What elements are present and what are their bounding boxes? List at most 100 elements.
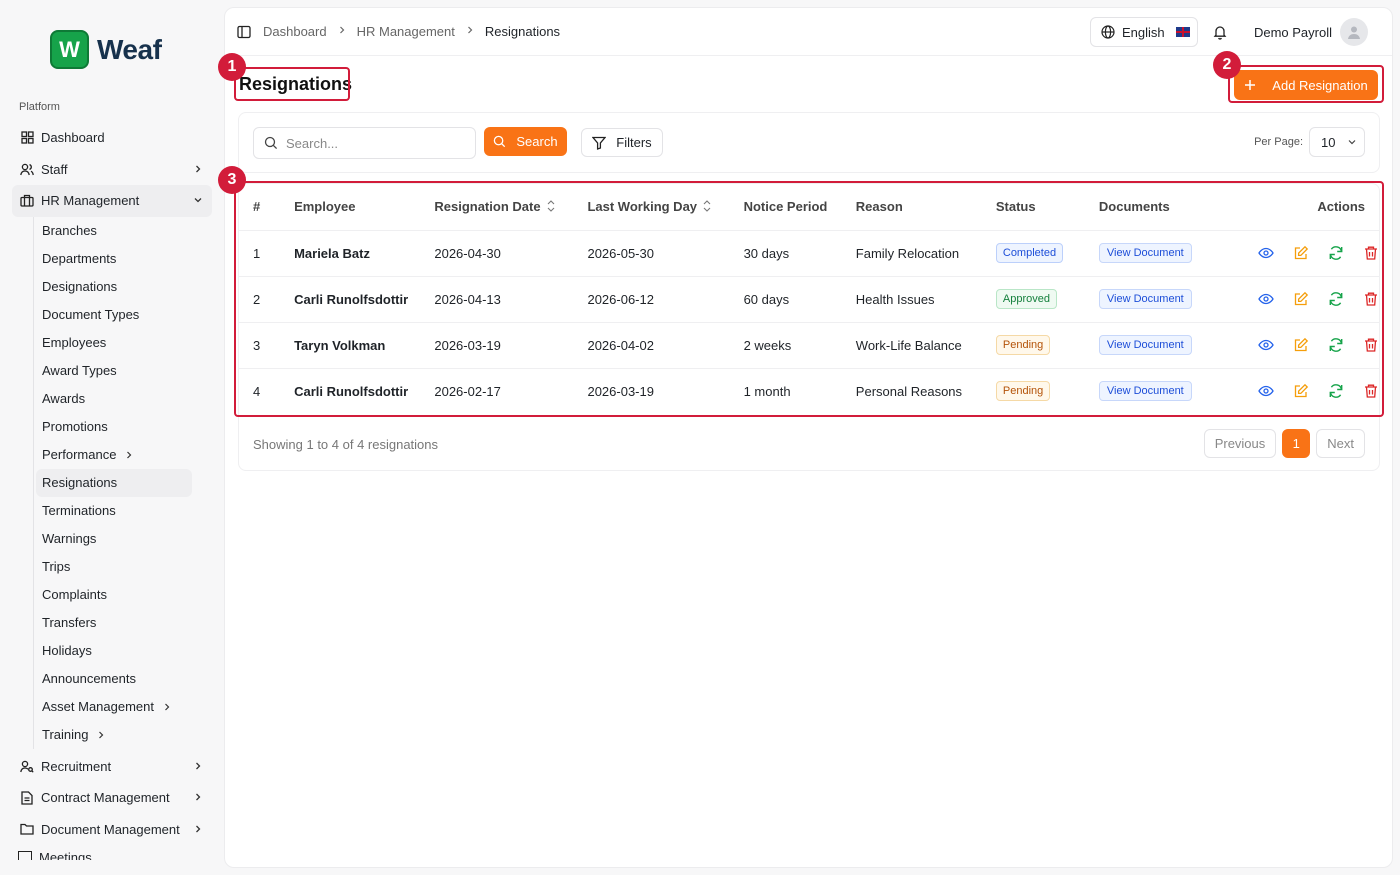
search-input[interactable]: [286, 135, 456, 151]
view-document-button[interactable]: View Document: [1098, 381, 1192, 402]
search-icon: [264, 136, 278, 150]
sidebar-item-hr-management[interactable]: HR Management: [12, 185, 212, 217]
trash-icon[interactable]: [1363, 291, 1379, 307]
sidebar-item-branches[interactable]: Branches: [36, 217, 192, 245]
view-document-button[interactable]: View Document: [1098, 243, 1192, 263]
sidebar-item-label: Complaints: [42, 587, 108, 602]
breadcrumb-current: Resignations: [484, 24, 561, 39]
refresh-icon[interactable]: [1328, 383, 1344, 399]
cell-documents: View Document: [1098, 276, 1228, 323]
sidebar-item-label: Transfers: [42, 615, 97, 630]
sidebar-item-awards[interactable]: Awards: [36, 385, 192, 413]
cell-employee: Mariela Batz: [294, 230, 435, 277]
sidebar-item-warnings[interactable]: Warnings: [36, 525, 192, 553]
sidebar-item-promotions[interactable]: Promotions: [36, 413, 192, 441]
sidebar-item-asset-management[interactable]: Asset Management: [36, 693, 192, 721]
filters-button[interactable]: Filters: [581, 128, 663, 157]
sidebar-item-trips[interactable]: Trips: [36, 553, 192, 581]
sidebar-item-training[interactable]: Training: [36, 721, 192, 749]
eye-icon[interactable]: [1258, 383, 1274, 399]
column-header-resignation-date[interactable]: Resignation Date: [434, 184, 588, 231]
sidebar-item-meetings[interactable]: Meetings: [18, 850, 92, 860]
next-page-button[interactable]: Next: [1316, 429, 1365, 458]
edit-icon[interactable]: [1293, 383, 1309, 399]
sidebar-item-holidays[interactable]: Holidays: [36, 637, 192, 665]
sidebar-item-resignations[interactable]: Resignations: [36, 468, 192, 497]
sidebar-item-terminations[interactable]: Terminations: [36, 497, 192, 525]
cell-status: Completed: [995, 230, 1099, 277]
search-button[interactable]: Search: [484, 127, 567, 156]
bell-icon[interactable]: [1212, 24, 1228, 40]
column-header-label: Last Working Day: [587, 198, 698, 214]
eye-icon[interactable]: [1258, 291, 1274, 307]
trash-icon[interactable]: [1363, 383, 1379, 399]
uk-flag-icon: [1175, 27, 1190, 37]
edit-icon[interactable]: [1293, 337, 1309, 353]
main-panel: Dashboard HR Management Resignations Eng…: [224, 7, 1393, 868]
hr-submenu: Branches Departments Designations Docume…: [33, 216, 212, 749]
sidebar-item-departments[interactable]: Departments: [36, 245, 192, 273]
sidebar-item-complaints[interactable]: Complaints: [36, 581, 192, 609]
sidebar-item-employees[interactable]: Employees: [36, 329, 192, 357]
edit-icon[interactable]: [1293, 291, 1309, 307]
edit-icon[interactable]: [1293, 245, 1309, 261]
sidebar-item-announcements[interactable]: Announcements: [36, 665, 192, 693]
sidebar-item-label: Training: [42, 727, 89, 742]
sidebar-item-award-types[interactable]: Award Types: [36, 357, 192, 385]
cell-resignation-date: 2026-03-19: [434, 322, 588, 369]
add-resignation-button[interactable]: Add Resignation: [1234, 70, 1378, 100]
annotation-marker-3: 3: [218, 166, 246, 194]
column-header-last-working-day[interactable]: Last Working Day: [587, 184, 744, 231]
sidebar-item-contract-management[interactable]: Contract Management: [12, 782, 212, 814]
sidebar-item-dashboard[interactable]: Dashboard: [12, 122, 212, 154]
refresh-icon[interactable]: [1328, 291, 1344, 307]
filter-icon: [592, 136, 607, 150]
filters-button-label: Filters: [616, 135, 652, 150]
sidebar-item-performance[interactable]: Performance: [36, 441, 192, 469]
column-header-status: Status: [995, 184, 1099, 231]
cell-reason: Health Issues: [855, 276, 996, 323]
sidebar-toggle-icon[interactable]: [237, 25, 251, 39]
sidebar-item-staff[interactable]: Staff: [12, 154, 212, 186]
user-menu[interactable]: Demo Payroll: [1254, 18, 1368, 46]
sidebar-item-recruitment[interactable]: Recruitment: [12, 751, 212, 783]
language-selector[interactable]: English: [1090, 17, 1198, 47]
per-page-select[interactable]: 10: [1309, 127, 1365, 157]
annotation-marker-1: 1: [218, 53, 246, 81]
sidebar-item-designations[interactable]: Designations: [36, 273, 192, 301]
chevron-right-icon: [192, 823, 204, 835]
refresh-icon[interactable]: [1328, 337, 1344, 353]
sidebar-item-transfers[interactable]: Transfers: [36, 609, 192, 637]
page-title: Resignations: [239, 74, 353, 94]
view-document-button[interactable]: View Document: [1098, 289, 1192, 309]
refresh-icon[interactable]: [1328, 245, 1344, 261]
trash-icon[interactable]: [1363, 337, 1379, 353]
sidebar-item-label: Document Types: [42, 307, 140, 322]
breadcrumb-hr-management[interactable]: HR Management: [357, 24, 455, 39]
eye-icon[interactable]: [1258, 245, 1274, 261]
sidebar-item-label: Branches: [42, 223, 97, 238]
breadcrumb-dashboard[interactable]: Dashboard: [263, 24, 327, 39]
previous-page-button[interactable]: Previous: [1203, 429, 1277, 458]
cell-actions: [1228, 276, 1379, 323]
cell-actions: [1228, 322, 1379, 369]
sidebar-item-document-management[interactable]: Document Management: [12, 814, 212, 846]
view-document-button[interactable]: View Document: [1098, 335, 1192, 355]
cell-last-working-day: 2026-05-30: [587, 230, 744, 277]
trash-icon[interactable]: [1363, 245, 1379, 261]
eye-icon[interactable]: [1258, 337, 1274, 353]
calendar-icon: [18, 851, 32, 860]
cell-notice-period: 2 weeks: [743, 322, 856, 369]
logo[interactable]: W Weaf: [50, 30, 162, 69]
sidebar-item-label: Recruitment: [41, 758, 112, 774]
pagination-summary: Showing 1 to 4 of 4 resignations: [253, 437, 439, 452]
sidebar-item-label: Departments: [42, 251, 117, 266]
search-field[interactable]: [253, 127, 476, 159]
page-button-current[interactable]: 1: [1282, 429, 1311, 458]
chevron-right-icon: [96, 730, 106, 740]
sidebar: W Weaf Platform Dashboard Staff HR Manag…: [0, 0, 222, 875]
cell-reason: Work-Life Balance: [855, 322, 996, 369]
sidebar-item-document-types[interactable]: Document Types: [36, 301, 192, 329]
sidebar-item-label: Designations: [42, 279, 118, 294]
cell-status: Pending: [995, 368, 1099, 414]
